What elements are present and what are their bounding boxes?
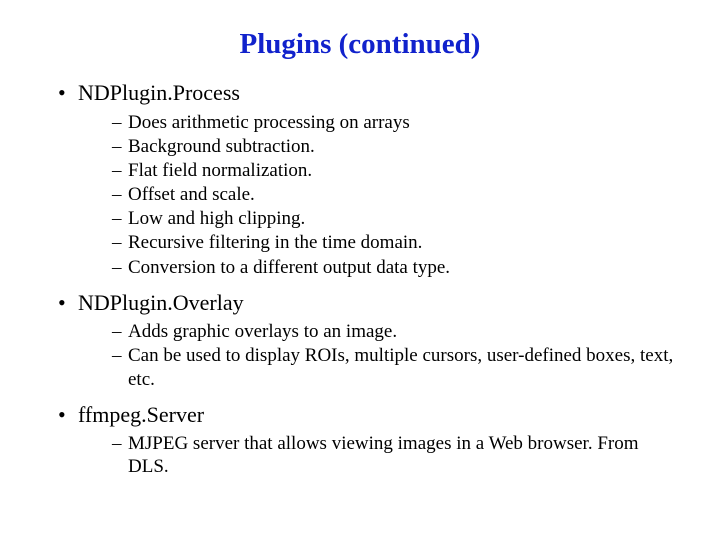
list-item: Conversion to a different output data ty… (112, 256, 680, 279)
section-heading: NDPlugin.Overlay (78, 290, 244, 315)
section-ndplugin-process: NDPlugin.Process Does arithmetic process… (58, 79, 680, 279)
slide: Plugins (continued) NDPlugin.Process Doe… (0, 0, 720, 540)
section-ndplugin-overlay: NDPlugin.Overlay Adds graphic overlays t… (58, 289, 680, 391)
sub-bullets: Adds graphic overlays to an image. Can b… (78, 320, 680, 391)
section-ffmpeg-server: ffmpeg.Server MJPEG server that allows v… (58, 401, 680, 479)
list-item: Adds graphic overlays to an image. (112, 320, 680, 343)
sub-bullets: Does arithmetic processing on arrays Bac… (78, 111, 680, 279)
list-item: MJPEG server that allows viewing images … (112, 432, 680, 478)
section-heading: ffmpeg.Server (78, 402, 204, 427)
list-item: Offset and scale. (112, 183, 680, 206)
list-item: Flat field normalization. (112, 159, 680, 182)
sub-bullets: MJPEG server that allows viewing images … (78, 432, 680, 478)
slide-title: Plugins (continued) (40, 28, 680, 61)
section-heading: NDPlugin.Process (78, 80, 240, 105)
list-item: Background subtraction. (112, 135, 680, 158)
list-item: Does arithmetic processing on arrays (112, 111, 680, 134)
bullet-list: NDPlugin.Process Does arithmetic process… (40, 79, 680, 479)
list-item: Recursive filtering in the time domain. (112, 231, 680, 254)
list-item: Can be used to display ROIs, multiple cu… (112, 344, 680, 390)
list-item: Low and high clipping. (112, 207, 680, 230)
